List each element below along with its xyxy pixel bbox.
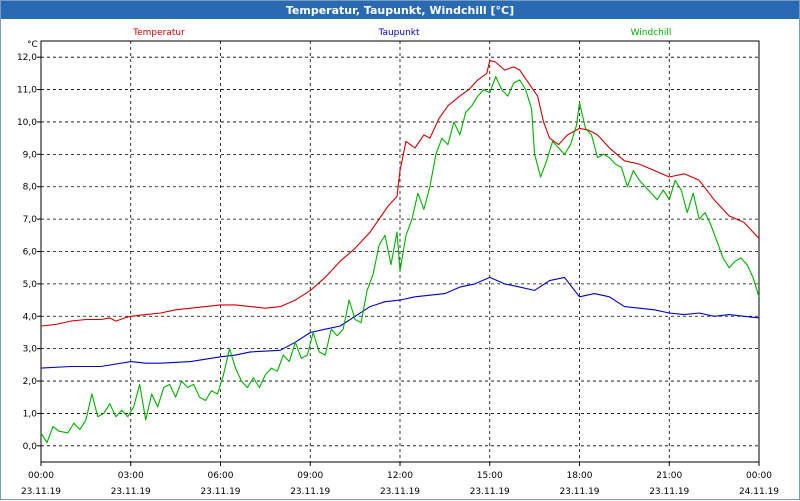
- x-tick-label-time: 15:00: [477, 471, 503, 481]
- x-tick-label-date: 23.11.19: [559, 487, 599, 497]
- y-tick-label: 5,0: [23, 280, 38, 290]
- x-tick-label-time: 00:00: [746, 471, 772, 481]
- chart-canvas: 0,0 1,0 2,0 3,0 4,0 5,0 6,0 7,0 8,0 9,0 10,0 11,0 12…: [17, 28, 779, 497]
- y-tick-label: 11,0: [17, 86, 37, 96]
- legend-entry-temperatur: Temperatur: [132, 28, 185, 38]
- x-tick-label-time: 12:00: [387, 471, 413, 481]
- y-tick-label: 3,0: [23, 345, 38, 355]
- x-tick-label-time: 03:00: [118, 471, 144, 481]
- x-tick-label-date: 23.11.19: [200, 487, 240, 497]
- x-tick-label-time: 09:00: [297, 471, 323, 481]
- x-tick-label-time: 06:00: [208, 471, 234, 481]
- y-axis-label: °C: [27, 40, 38, 50]
- y-tick-label: 2,0: [23, 377, 38, 387]
- x-tick-label-date: 23.11.19: [649, 487, 689, 497]
- y-tick-label: 1,0: [23, 409, 38, 419]
- y-tick-label: 0,0: [23, 442, 38, 452]
- y-tick-label: 12,0: [17, 53, 37, 63]
- x-tick-label-time: 21:00: [656, 471, 682, 481]
- x-tick-label-time: 18:00: [567, 471, 593, 481]
- x-tick-label-date: 24.11.19: [739, 487, 779, 497]
- legend-entry-windchill: Windchill: [631, 28, 672, 38]
- x-tick-label-time: 00:00: [28, 471, 54, 481]
- y-tick-label: 6,0: [23, 248, 38, 258]
- y-tick-label: 9,0: [23, 150, 38, 160]
- y-tick-label: 10,0: [17, 118, 37, 128]
- y-tick-label: 8,0: [23, 183, 38, 193]
- x-tick-label-date: 23.11.19: [470, 487, 510, 497]
- chart-window: Temperatur, Taupunkt, Windchill [°C] 0,0…: [0, 0, 800, 500]
- y-tick-label: 4,0: [23, 312, 38, 322]
- legend-entry-taupunkt: Taupunkt: [377, 28, 420, 38]
- x-tick-label-date: 23.11.19: [21, 487, 61, 497]
- x-tick-label-date: 23.11.19: [111, 487, 151, 497]
- y-tick-label: 7,0: [23, 215, 38, 225]
- x-tick-label-date: 23.11.19: [290, 487, 330, 497]
- x-tick-label-date: 23.11.19: [380, 487, 420, 497]
